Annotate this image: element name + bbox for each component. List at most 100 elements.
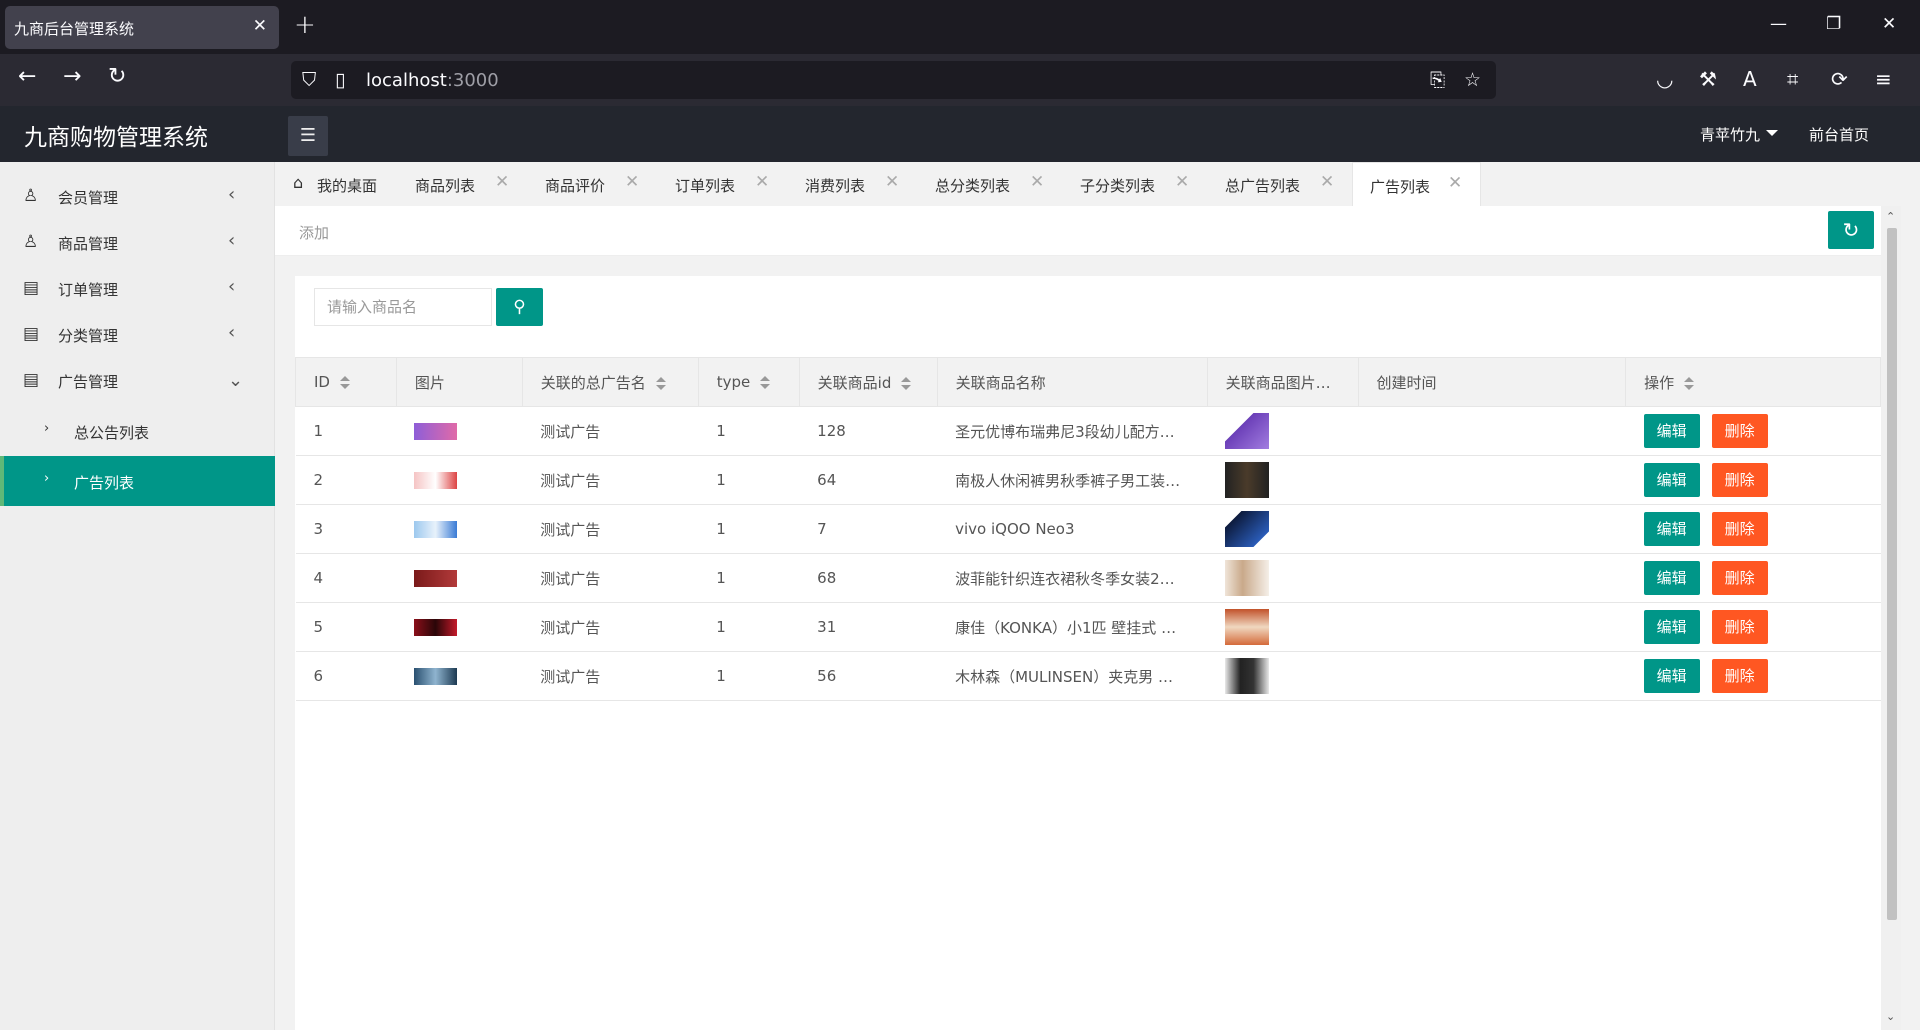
sidebar-item-members[interactable]: ♙ 会员管理 ‹	[0, 174, 275, 220]
tab-sub-category[interactable]: 子分类列表 ✕	[1080, 162, 1205, 206]
close-icon[interactable]: ✕	[885, 172, 899, 192]
chevron-down-icon: ⌄	[228, 370, 244, 391]
edit-button[interactable]: 编辑	[1643, 561, 1700, 595]
front-page-link[interactable]: 前台首页	[1809, 124, 1869, 145]
tab-consume-list[interactable]: 消费列表 ✕	[805, 162, 915, 206]
cell-id: 4	[295, 553, 397, 603]
content-tabs: ⌂ 我的桌面 商品列表 ✕ 商品评价 ✕ 订单列表 ✕ 消费列表 ✕ 总分类列表…	[275, 162, 1920, 206]
close-icon[interactable]: ✕	[1448, 173, 1462, 193]
pocket-icon[interactable]: ◡	[1656, 67, 1673, 91]
tab-desktop[interactable]: ⌂ 我的桌面	[293, 162, 393, 206]
window-close-icon[interactable]: ✕	[1882, 14, 1896, 34]
column-header-actions[interactable]: 操作	[1625, 357, 1881, 407]
table-row: 2 测试广告 1 64 南极人休闲裤男秋季裤子男工装… 编辑 删除	[295, 455, 1881, 505]
reload-icon[interactable]: ↻	[108, 64, 126, 89]
delete-button[interactable]: 删除	[1711, 463, 1768, 497]
tab-order-list[interactable]: 订单列表 ✕	[675, 162, 785, 206]
edit-button[interactable]: 编辑	[1643, 463, 1700, 497]
close-icon[interactable]: ✕	[1320, 172, 1334, 192]
sort-icon[interactable]	[901, 376, 912, 390]
close-icon[interactable]: ✕	[495, 172, 509, 192]
edit-button[interactable]: 编辑	[1643, 610, 1700, 644]
scroll-up-icon[interactable]: ⌃	[1886, 210, 1895, 223]
sidebar-item-orders[interactable]: ▤ 订单管理 ‹	[0, 266, 275, 312]
hamburger-menu-icon[interactable]: ≡	[1875, 67, 1892, 91]
wrench-icon[interactable]: ⚒	[1699, 67, 1717, 91]
list-panel: ⚲ ID 图片 关联的总广告名 type 关联商品id 关联商品名称 关联商品图…	[295, 276, 1881, 1030]
tab-goods-review[interactable]: 商品评价 ✕	[545, 162, 655, 206]
cell-type: 1	[698, 553, 800, 603]
tab-goods-list[interactable]: 商品列表 ✕	[415, 162, 525, 206]
delete-button[interactable]: 删除	[1711, 659, 1768, 693]
scroll-down-icon[interactable]: ⌄	[1886, 1010, 1895, 1023]
sidebar-sub-item-ad-list[interactable]: › 广告列表	[0, 456, 275, 506]
goods-thumbnail	[1225, 413, 1270, 449]
crop-icon[interactable]: ⌗	[1787, 67, 1798, 91]
sort-icon[interactable]	[1684, 376, 1695, 390]
edit-button[interactable]: 编辑	[1643, 659, 1700, 693]
search-input[interactable]	[314, 288, 492, 326]
cell-id: 1	[295, 406, 397, 456]
sidebar-item-ads[interactable]: ▤ 广告管理 ⌄	[0, 358, 275, 404]
browser-tab[interactable]: 九商后台管理系统 ✕	[5, 6, 279, 49]
column-header-goods-id[interactable]: 关联商品id	[798, 357, 938, 407]
url-bar[interactable]: ⛉ ▯ localhost:3000 ⎘ ☆	[291, 61, 1496, 99]
delete-button[interactable]: 删除	[1711, 414, 1768, 448]
document-icon: ▤	[23, 370, 40, 390]
caret-down-icon	[1766, 130, 1779, 136]
cell-goods-id: 68	[799, 553, 938, 603]
delete-button[interactable]: 删除	[1711, 512, 1768, 546]
close-icon[interactable]: ✕	[1030, 172, 1044, 192]
user-menu[interactable]: 青苹竹九	[1700, 124, 1779, 145]
goods-thumbnail	[1225, 658, 1270, 694]
sort-icon[interactable]	[339, 376, 350, 389]
add-button[interactable]: 添加	[299, 222, 329, 243]
url-text[interactable]: localhost:3000	[366, 70, 499, 91]
sync-icon[interactable]: ⟳	[1831, 67, 1848, 91]
sidebar-item-categories[interactable]: ▤ 分类管理 ‹	[0, 312, 275, 358]
back-icon[interactable]: ←	[18, 64, 36, 89]
tab-main-category[interactable]: 总分类列表 ✕	[935, 162, 1060, 206]
sidebar-sub-item-notices[interactable]: › 总公告列表	[0, 406, 275, 456]
cell-goods-id: 64	[799, 455, 938, 505]
table-row: 3 测试广告 1 7 vivo iQOO Neo3 编辑 删除	[295, 504, 1881, 554]
delete-button[interactable]: 删除	[1711, 610, 1768, 644]
new-tab-icon[interactable]: +	[294, 10, 316, 40]
goods-thumbnail	[1225, 609, 1270, 645]
tab-main-ad-list[interactable]: 总广告列表 ✕	[1225, 162, 1350, 206]
translate-icon[interactable]: ⎘	[1430, 69, 1445, 91]
toolbar: 添加 ↻	[275, 206, 1881, 256]
sidebar-item-goods[interactable]: ♙ 商品管理 ‹	[0, 220, 275, 266]
cell-goods-id: 31	[799, 602, 938, 652]
search-button[interactable]: ⚲	[496, 288, 543, 326]
edit-button[interactable]: 编辑	[1643, 414, 1700, 448]
edit-button[interactable]: 编辑	[1643, 512, 1700, 546]
restore-icon[interactable]: ❐	[1826, 14, 1841, 34]
home-icon: ⌂	[293, 173, 304, 192]
column-header-id[interactable]: ID	[295, 357, 397, 407]
cell-goods-name: 波菲能针织连衣裙秋冬季女装20…	[955, 569, 1184, 588]
column-header-ad-name[interactable]: 关联的总广告名	[521, 357, 699, 407]
column-header-type[interactable]: type	[697, 357, 800, 407]
tab-ad-list[interactable]: 广告列表 ✕	[1352, 162, 1481, 206]
column-header-image: 图片	[395, 357, 523, 407]
forward-icon[interactable]: →	[63, 64, 81, 89]
shield-icon[interactable]: ⛉	[302, 69, 316, 91]
scrollbar[interactable]: ⌃ ⌄	[1881, 206, 1901, 1030]
goods-thumbnail	[1225, 462, 1270, 498]
close-icon[interactable]: ✕	[625, 172, 639, 192]
translate-extension-icon[interactable]: A	[1743, 67, 1757, 91]
scroll-thumb[interactable]	[1887, 228, 1897, 920]
sort-icon[interactable]	[655, 376, 666, 390]
bookmark-star-icon[interactable]: ☆	[1464, 69, 1481, 91]
delete-button[interactable]: 删除	[1711, 561, 1768, 595]
user-group-icon: ♙	[23, 232, 39, 252]
menu-toggle-icon[interactable]: ☰	[288, 116, 328, 156]
refresh-button[interactable]: ↻	[1828, 211, 1874, 249]
minimize-icon[interactable]: —	[1770, 14, 1787, 34]
close-tab-icon[interactable]: ✕	[253, 16, 267, 36]
close-icon[interactable]: ✕	[1175, 172, 1189, 192]
ad-thumbnail	[414, 423, 458, 440]
sort-icon[interactable]	[760, 376, 771, 389]
close-icon[interactable]: ✕	[755, 172, 769, 192]
